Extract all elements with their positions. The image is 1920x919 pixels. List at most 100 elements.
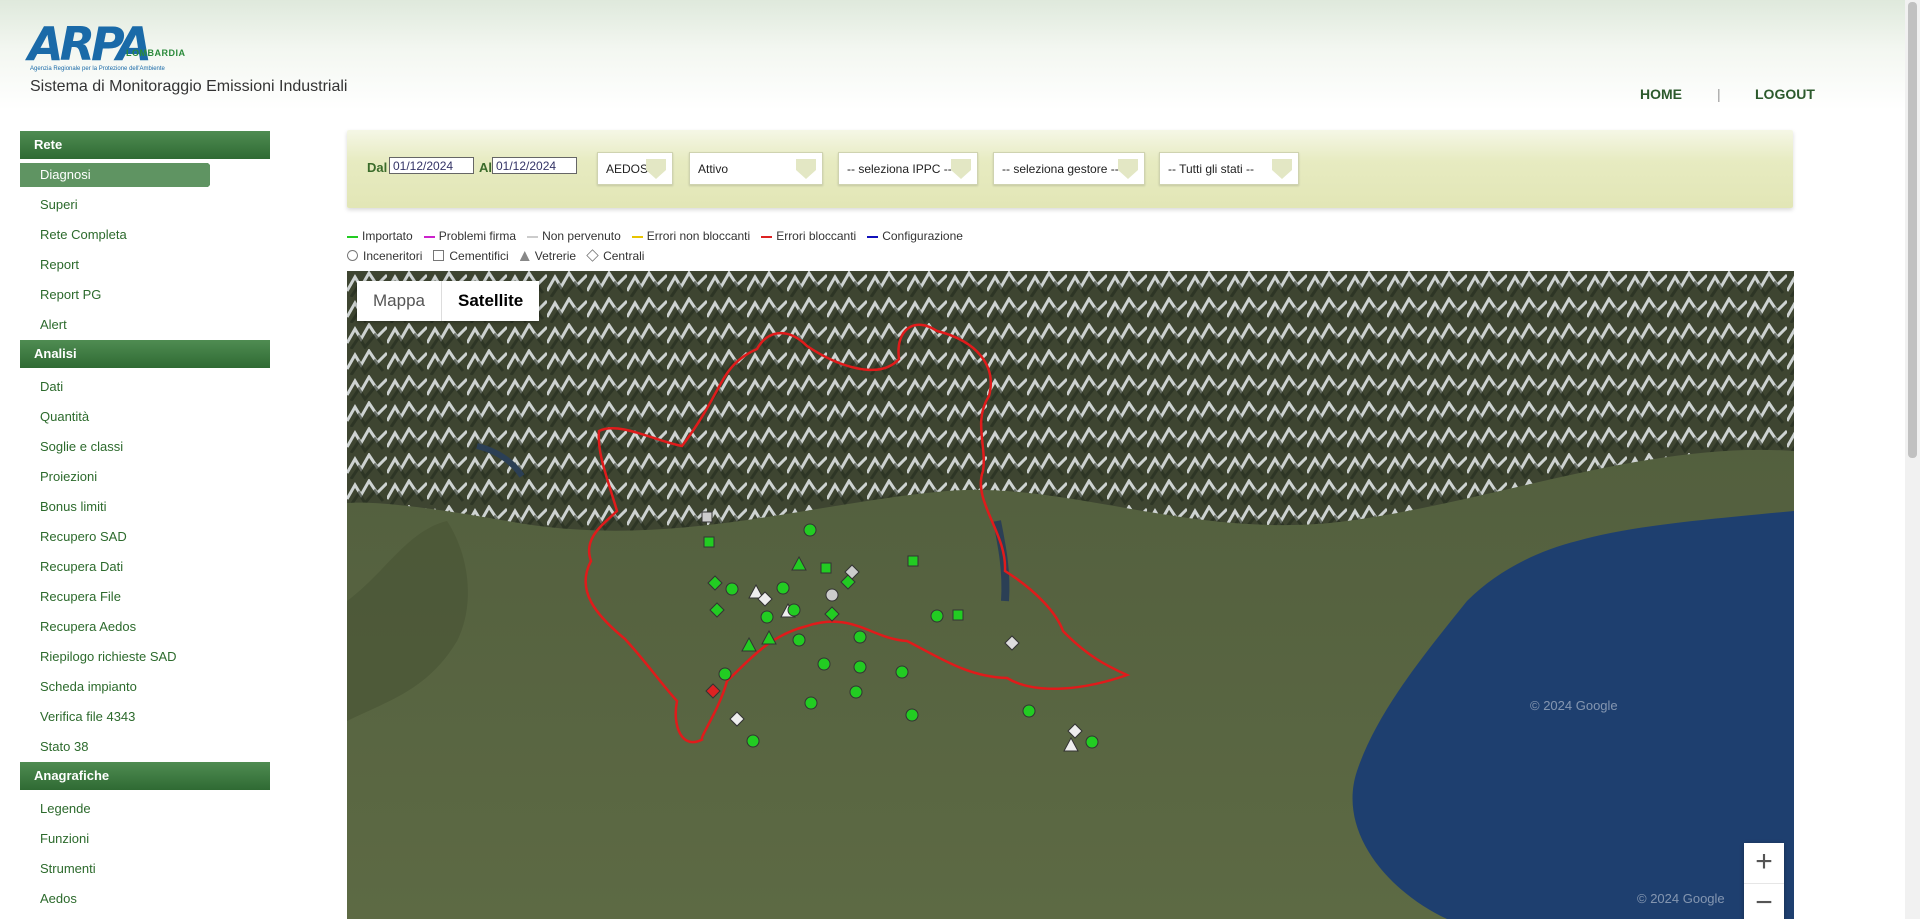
- legend-state-item: Problemi firma: [423, 229, 517, 243]
- home-link[interactable]: HOME: [1640, 86, 1682, 102]
- sidebar-section-rete[interactable]: Rete: [20, 131, 270, 159]
- sidebar-item-diagnosi[interactable]: Diagnosi: [20, 163, 210, 187]
- cement-plant-marker[interactable]: [703, 536, 715, 548]
- scrollbar-thumb[interactable]: [1908, 2, 1917, 458]
- incinerator-marker[interactable]: [718, 667, 732, 681]
- incinerator-marker[interactable]: [895, 665, 909, 679]
- sidebar-item-rete-completa[interactable]: Rete Completa: [20, 220, 270, 250]
- incinerator-marker[interactable]: [776, 581, 790, 595]
- legend-states: Importato Problemi firma Non pervenuto Erro…: [347, 229, 974, 243]
- sidebar-item-alert[interactable]: Alert: [20, 310, 270, 340]
- cement-plant-marker[interactable]: [820, 562, 832, 574]
- legend-state-label: Errori non bloccanti: [646, 229, 751, 243]
- satellite-map[interactable]: Mappa Satellite + − © 2024 Google © 2024…: [347, 271, 1794, 919]
- legend-line-icon: [347, 235, 358, 238]
- map-type-satellite-button[interactable]: Satellite: [440, 281, 539, 321]
- from-date-label: Dal: [367, 160, 388, 175]
- incinerator-marker[interactable]: [817, 657, 831, 671]
- sidebar-item-quantità[interactable]: Quantità: [20, 402, 270, 432]
- legend-type-item: Vetrerie: [519, 249, 577, 263]
- sidebar-item-report[interactable]: Report: [20, 250, 270, 280]
- legend-line-icon: [423, 235, 435, 238]
- legend-line-icon: [761, 235, 773, 238]
- to-date-label: Al: [479, 160, 492, 175]
- map-type-map-button[interactable]: Mappa: [357, 281, 441, 321]
- source-select-value: AEDOS: [606, 162, 649, 176]
- incinerator-marker[interactable]: [787, 603, 801, 617]
- sidebar-item-bonus-limiti[interactable]: Bonus limiti: [20, 492, 270, 522]
- sidebar-item-funzioni[interactable]: Funzioni: [20, 824, 270, 854]
- from-date-input[interactable]: [389, 157, 474, 174]
- cement-plant-marker[interactable]: [701, 511, 713, 523]
- legend-line-icon: [527, 235, 539, 238]
- incinerator-marker[interactable]: [849, 685, 863, 699]
- map-watermark: © 2024 Google: [1530, 698, 1618, 713]
- sidebar-item-recupera-aedos[interactable]: Recupera Aedos: [20, 612, 270, 642]
- sidebar-item-verifica-file-4343[interactable]: Verifica file 4343: [20, 702, 270, 732]
- zoom-out-button[interactable]: −: [1744, 884, 1784, 919]
- sidebar-item-superi[interactable]: Superi: [20, 190, 270, 220]
- gestore-select[interactable]: -- seleziona gestore --: [993, 152, 1145, 185]
- sidebar-item-dati[interactable]: Dati: [20, 372, 270, 402]
- sidebar-item-recupero-sad[interactable]: Recupero SAD: [20, 522, 270, 552]
- sidebar-section-anagrafiche[interactable]: Anagrafiche: [20, 762, 270, 790]
- incinerator-marker[interactable]: [853, 630, 867, 644]
- triangle-icon: [519, 251, 530, 261]
- map-watermark: © 2024 Google: [1637, 891, 1725, 906]
- page-scrollbar[interactable]: [1905, 0, 1920, 919]
- legend-state-label: Configurazione: [882, 229, 963, 243]
- nav-separator: |: [1717, 86, 1721, 102]
- logo-region: LOMBARDIA: [126, 48, 186, 58]
- incinerator-marker[interactable]: [853, 660, 867, 674]
- zoom-in-button[interactable]: +: [1744, 843, 1784, 884]
- sidebar-section-analisi[interactable]: Analisi: [20, 340, 270, 368]
- sidebar-item-strumenti[interactable]: Strumenti: [20, 854, 270, 884]
- logo-tagline: Agenzia Regionale per la Protezione dell…: [30, 66, 165, 72]
- legend-type-label: Vetrerie: [534, 249, 577, 263]
- status-select-value: Attivo: [698, 162, 729, 176]
- legend-type-label: Inceneritori: [363, 249, 423, 263]
- cement-plant-marker[interactable]: [907, 555, 919, 567]
- sidebar-item-recupera-dati[interactable]: Recupera Dati: [20, 552, 270, 582]
- sidebar-item-proiezioni[interactable]: Proiezioni: [20, 462, 270, 492]
- source-select[interactable]: AEDOS: [597, 152, 673, 185]
- filter-bar: Dal Al AEDOS Attivo -- seleziona IPPC --…: [347, 130, 1793, 208]
- legend-state-label: Errori bloccanti: [776, 229, 857, 243]
- map-canvas[interactable]: [347, 271, 1794, 919]
- incinerator-marker[interactable]: [804, 696, 818, 710]
- sidebar-item-riepilogo-richieste-sad[interactable]: Riepilogo richieste SAD: [20, 642, 270, 672]
- sidebar-item-legende[interactable]: Legende: [20, 794, 270, 824]
- legend-state-label: Problemi firma: [438, 229, 517, 243]
- incinerator-marker[interactable]: [930, 609, 944, 623]
- app-title: Sistema di Monitoraggio Emissioni Indust…: [30, 78, 348, 95]
- incinerator-marker[interactable]: [760, 610, 774, 624]
- legend-types: Inceneritori Cementifici Vetrerie Centrali: [347, 249, 655, 263]
- logout-link[interactable]: LOGOUT: [1755, 86, 1815, 102]
- sidebar-item-stato-38[interactable]: Stato 38: [20, 732, 270, 762]
- sidebar-item-report-pg[interactable]: Report PG: [20, 280, 270, 310]
- sidebar-item-aedos[interactable]: Aedos: [20, 884, 270, 914]
- legend-type-label: Cementifici: [449, 249, 509, 263]
- chevron-down-icon: [796, 159, 816, 179]
- to-date-input[interactable]: [492, 157, 577, 174]
- stati-select-value: -- Tutti gli stati --: [1168, 162, 1255, 176]
- status-select[interactable]: Attivo: [689, 152, 823, 185]
- incinerator-marker[interactable]: [803, 523, 817, 537]
- incinerator-marker[interactable]: [825, 588, 839, 602]
- incinerator-marker[interactable]: [1022, 704, 1036, 718]
- stati-select[interactable]: -- Tutti gli stati --: [1159, 152, 1299, 185]
- cement-plant-marker[interactable]: [952, 609, 964, 621]
- logo-mark: ARPA: [28, 17, 152, 71]
- incinerator-marker[interactable]: [792, 633, 806, 647]
- incinerator-marker[interactable]: [905, 708, 919, 722]
- sidebar-item-recupera-file[interactable]: Recupera File: [20, 582, 270, 612]
- diamond-icon: [586, 249, 599, 262]
- incinerator-marker[interactable]: [1085, 735, 1099, 749]
- square-icon: [433, 250, 445, 261]
- incinerator-marker[interactable]: [725, 582, 739, 596]
- sidebar-item-scheda-impianto[interactable]: Scheda impianto: [20, 672, 270, 702]
- arpa-logo[interactable]: ARPA LOMBARDIA Agenzia Regionale per la …: [28, 20, 198, 76]
- incinerator-marker[interactable]: [746, 734, 760, 748]
- ippc-select[interactable]: -- seleziona IPPC --: [838, 152, 978, 185]
- sidebar-item-soglie-e-classi[interactable]: Soglie e classi: [20, 432, 270, 462]
